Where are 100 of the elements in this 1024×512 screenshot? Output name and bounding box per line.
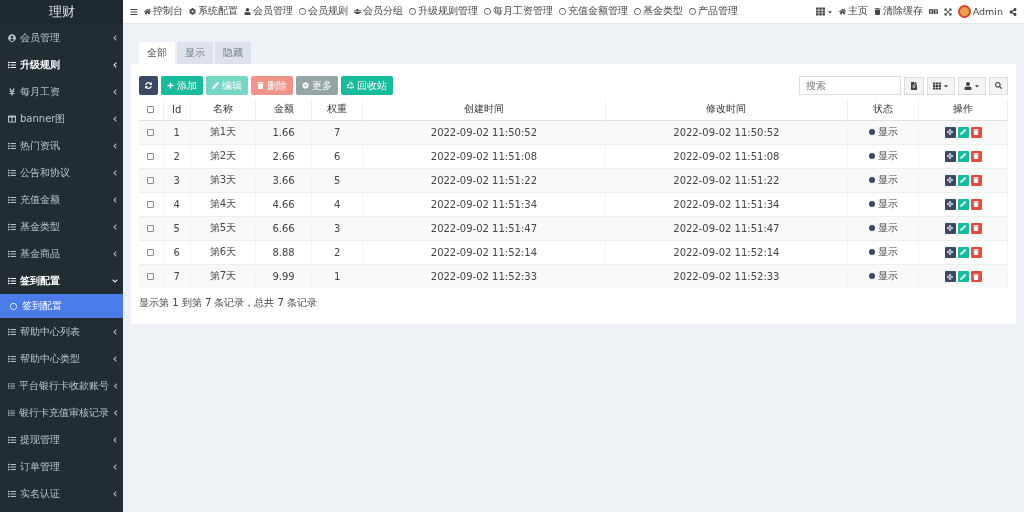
status-label: 显示 [868,150,898,161]
chevron-left-icon [112,436,118,443]
trash-icon [973,129,980,136]
chevron-left-icon [112,223,118,230]
nav-tab[interactable]: 会员分组 [351,5,406,18]
move-button[interactable] [944,126,956,138]
sidebar-item[interactable]: banner图 [0,105,123,132]
refresh-icon [145,82,152,89]
delete-button[interactable] [970,246,982,258]
table-cell: 2022-09-02 11:51:47 [362,216,606,240]
nav-tab[interactable]: 会员规则 [296,5,351,18]
user-filter-button[interactable] [958,76,986,95]
table-cell: 3 [163,168,191,192]
user-menu[interactable]: Admin [954,5,1006,18]
move-button[interactable] [944,271,956,282]
sidebar-item[interactable]: 订单管理 [0,453,123,480]
nav-tab[interactable]: 会员管理 [241,5,296,18]
column-header: Id [163,99,191,120]
checkbox[interactable] [147,105,155,113]
filter-tab[interactable]: 隐藏 [215,42,251,64]
sidebar-item[interactable]: 基金商品 [0,240,123,267]
table-cell: 9.99 [255,264,312,288]
sidebar-item[interactable]: 平台银行卡收款账号 [0,372,123,399]
sidebar-item[interactable]: 热门资讯 [0,132,123,159]
checkbox[interactable] [147,224,155,232]
sidebar-item[interactable]: 签到配置 [0,267,123,294]
nav-tab[interactable]: 每月工资管理 [481,5,556,18]
move-icon [947,225,954,232]
sidebar-subitem[interactable]: 签到配置 [0,294,123,318]
checkbox[interactable] [147,176,155,184]
chevron-left-icon [112,409,118,416]
nav-tab[interactable]: 系统配置 [186,5,241,18]
list-icon [8,195,16,204]
delete-button[interactable] [970,222,982,234]
nav-link[interactable]: 主页 [835,5,871,18]
table-cell: 2022-09-02 11:51:22 [605,168,848,192]
table-cell: 2022-09-02 11:50:52 [605,120,848,144]
delete-button[interactable] [970,174,982,186]
delete-button[interactable] [970,150,982,162]
chevron-left-icon [112,196,118,203]
checkbox[interactable] [147,200,155,208]
move-button[interactable] [944,198,956,210]
nav-tab[interactable]: 控制台 [141,5,186,18]
delete-button[interactable] [970,198,982,210]
nav-tab[interactable]: 升级规则管理 [406,5,481,18]
sidebar-item[interactable]: 帮助中心列表 [0,318,123,345]
filter-tab[interactable]: 全部 [139,42,175,64]
nav-tab[interactable]: 产品管理 [686,5,741,18]
chevron-down-icon [112,277,118,284]
sidebar-item[interactable]: 银行卡充值审核记录 [0,399,123,426]
delete-button[interactable] [970,271,982,282]
refresh-button[interactable] [139,76,158,95]
move-button[interactable] [944,246,956,258]
checkbox[interactable] [147,248,155,256]
checkbox[interactable] [147,272,155,280]
chevron-left-icon [112,34,118,41]
sidebar-item[interactable]: 升级规则 [0,51,123,78]
sidebar-item[interactable]: 公告和协议 [0,159,123,186]
move-button[interactable] [944,222,956,234]
table-cell: 2.66 [255,144,312,168]
nav-tab[interactable]: 基金类型 [631,5,686,18]
sidebar-item[interactable]: 实名认证 [0,480,123,507]
move-button[interactable] [944,174,956,186]
chevron-left-icon [112,250,118,257]
sidebar-item[interactable]: 帮助中心类型 [0,345,123,372]
sidebar-item[interactable]: 每月工资 [0,78,123,105]
status-label: 显示 [868,198,898,209]
nav-tab[interactable]: 充值金额管理 [556,5,631,18]
table-cell: 2 [311,240,363,264]
nav-link[interactable]: 清除缓存 [870,5,926,18]
sidebar-item[interactable]: 基金类型 [0,213,123,240]
columns-button[interactable] [927,76,955,95]
table-cell: 3.66 [255,168,312,192]
table-cell: 第5天 [190,216,256,240]
search-button[interactable] [989,76,1008,95]
checkbox[interactable] [147,128,155,136]
move-button[interactable] [944,150,956,162]
table-cell: 第2天 [190,144,256,168]
export-button[interactable] [904,76,924,95]
filter-tab[interactable]: 显示 [177,42,213,64]
menu-icon [130,7,138,16]
pencil-icon [960,249,967,256]
delete-button[interactable] [970,126,982,138]
column-header: 名称 [190,99,256,120]
pencil-icon [960,177,967,184]
search-field[interactable]: 搜索 [799,76,901,95]
table-cell: 2022-09-02 11:51:08 [605,144,848,168]
list-icon [8,354,16,363]
sidebar-item[interactable]: 会员管理 [0,24,123,51]
chevron-left-icon [112,328,118,335]
status-label: 显示 [868,270,898,282]
table-cell: 第1天 [190,120,256,144]
sidebar-item[interactable]: 充值金额 [0,186,123,213]
list-icon [8,381,15,390]
gear-icon [302,82,309,89]
checkbox[interactable] [147,152,155,160]
table-cell: 2022-09-02 11:52:33 [362,264,606,288]
pencil-icon [960,153,967,160]
table-cell: 5 [311,168,363,192]
sidebar-item[interactable]: 提现管理 [0,426,123,453]
